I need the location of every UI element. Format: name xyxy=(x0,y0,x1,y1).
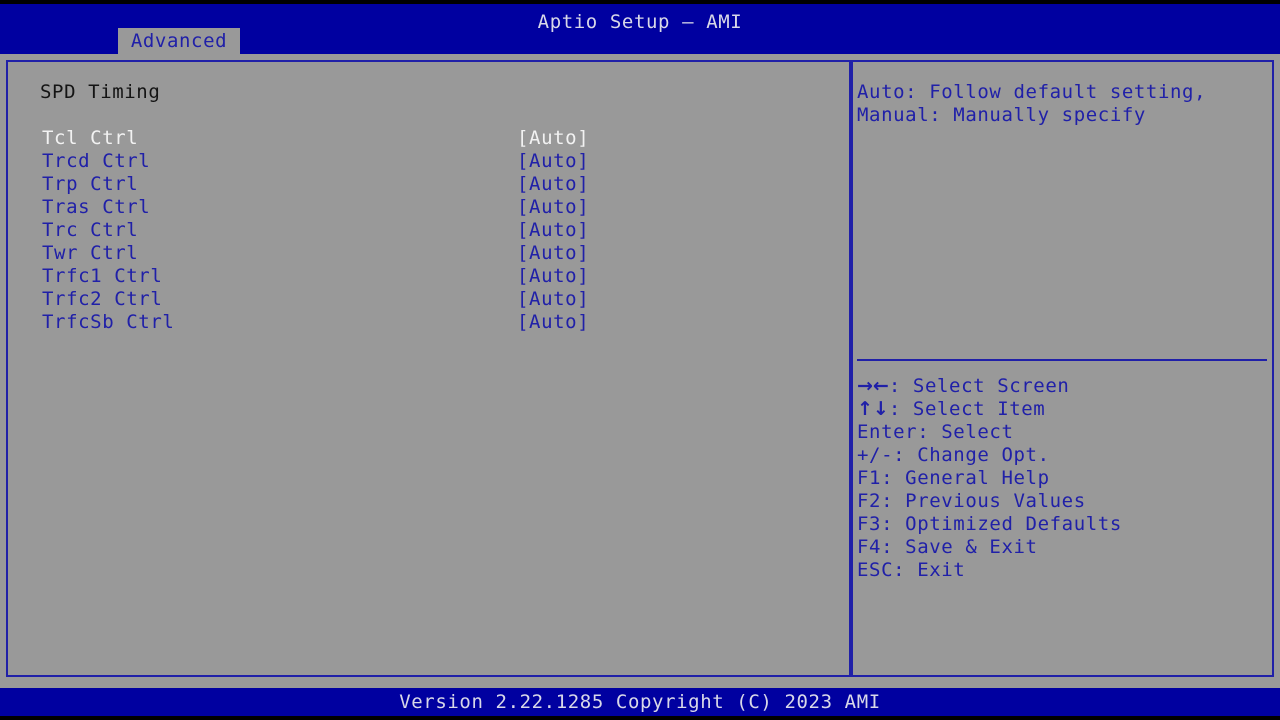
help-panel: Auto: Follow default setting, Manual: Man… xyxy=(851,60,1274,677)
section-title: SPD Timing xyxy=(40,81,161,103)
option-row[interactable]: Tras Ctrl [Auto] xyxy=(8,196,849,219)
option-value[interactable]: [Auto] xyxy=(517,265,589,288)
option-row[interactable]: Tcl Ctrl [Auto] xyxy=(8,127,849,150)
menu-tab-strip: Advanced xyxy=(0,28,1280,54)
option-value[interactable]: [Auto] xyxy=(517,288,589,311)
option-value[interactable]: [Auto] xyxy=(517,173,589,196)
help-line: Auto: Follow default setting, xyxy=(857,81,1207,103)
options-panel: SPD Timing Tcl Ctrl [Auto] Trcd Ctrl [Auto]… xyxy=(6,60,851,677)
option-row[interactable]: Trc Ctrl [Auto] xyxy=(8,219,849,242)
legend-row: F1: General Help xyxy=(857,467,1269,490)
option-label: Tcl Ctrl xyxy=(42,127,139,149)
option-row[interactable]: Trfc1 Ctrl [Auto] xyxy=(8,265,849,288)
option-row[interactable]: Twr Ctrl [Auto] xyxy=(8,242,849,265)
legend-label: F4: Save & Exit xyxy=(857,536,1038,558)
arrow-keys-icon: →← xyxy=(857,375,889,397)
option-value[interactable]: [Auto] xyxy=(517,150,589,173)
footer-version: Version 2.22.1285 Copyright (C) 2023 AMI xyxy=(399,691,881,713)
legend-row: Enter: Select xyxy=(857,421,1269,444)
legend-label: F3: Optimized Defaults xyxy=(857,513,1122,535)
legend-label: : Select Item xyxy=(888,398,1046,420)
help-line: Manual: Manually specify xyxy=(857,104,1146,126)
legend-row: +/-: Change Opt. xyxy=(857,444,1269,467)
legend-row: →←: Select Screen xyxy=(857,375,1269,398)
legend-row: ESC: Exit xyxy=(857,559,1269,582)
legend-label: : Select Screen xyxy=(888,375,1070,397)
options-list: Tcl Ctrl [Auto] Trcd Ctrl [Auto] Trp Ctrl [Au… xyxy=(8,127,849,334)
option-value[interactable]: [Auto] xyxy=(517,219,589,242)
legend-label: F1: General Help xyxy=(857,467,1050,489)
option-row[interactable]: Trp Ctrl [Auto] xyxy=(8,173,849,196)
arrow-keys-icon: ↑↓ xyxy=(857,398,889,420)
legend-label: +/-: Change Opt. xyxy=(857,444,1050,466)
help-divider xyxy=(857,359,1267,361)
option-row[interactable]: TrfcSb Ctrl [Auto] xyxy=(8,311,849,334)
option-value[interactable]: [Auto] xyxy=(517,242,589,265)
legend-label: Enter: Select xyxy=(857,421,1014,443)
body-area: SPD Timing Tcl Ctrl [Auto] Trcd Ctrl [Auto]… xyxy=(0,54,1280,684)
help-description: Auto: Follow default setting, Manual: Man… xyxy=(857,81,1269,127)
legend-label: F2: Previous Values xyxy=(857,490,1086,512)
option-label: Trp Ctrl xyxy=(42,173,139,195)
option-label: Twr Ctrl xyxy=(42,242,139,264)
bottom-black-margin xyxy=(0,716,1280,720)
option-label: Trfc1 Ctrl xyxy=(42,265,163,287)
option-label: Tras Ctrl xyxy=(42,196,151,218)
bios-setup-screen: Aptio Setup – AMI Advanced SPD Timing Tc… xyxy=(0,0,1280,720)
legend-row: ↑↓: Select Item xyxy=(857,398,1269,421)
legend-row: F2: Previous Values xyxy=(857,490,1269,513)
key-legend: →←: Select Screen ↑↓: Select Item Enter: S… xyxy=(857,375,1269,582)
option-row[interactable]: Trcd Ctrl [Auto] xyxy=(8,150,849,173)
option-label: Trc Ctrl xyxy=(42,219,139,241)
option-label: TrfcSb Ctrl xyxy=(42,311,175,333)
legend-row: F3: Optimized Defaults xyxy=(857,513,1269,536)
option-value[interactable]: [Auto] xyxy=(517,196,589,219)
legend-label: ESC: Exit xyxy=(857,559,966,581)
option-label: Trcd Ctrl xyxy=(42,150,151,172)
option-row[interactable]: Trfc2 Ctrl [Auto] xyxy=(8,288,849,311)
option-value[interactable]: [Auto] xyxy=(517,127,589,150)
option-value[interactable]: [Auto] xyxy=(517,311,589,334)
legend-row: F4: Save & Exit xyxy=(857,536,1269,559)
option-label: Trfc2 Ctrl xyxy=(42,288,163,310)
tab-advanced[interactable]: Advanced xyxy=(118,28,240,54)
